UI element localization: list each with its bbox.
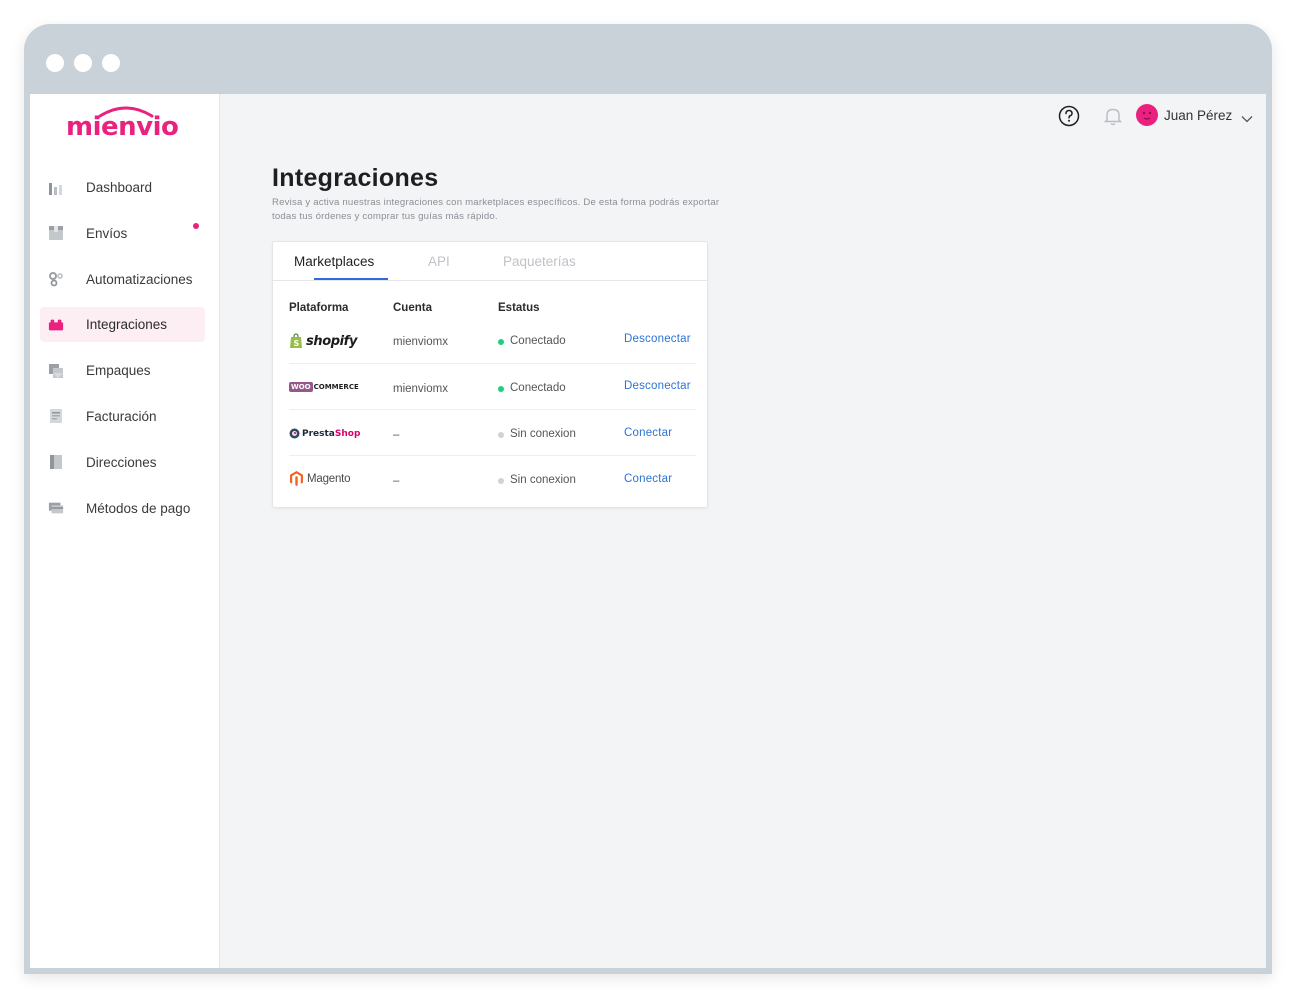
page-title: Integraciones (272, 164, 439, 192)
status-dot-connected (498, 386, 504, 392)
help-icon[interactable] (1058, 105, 1080, 132)
sidebar-item-dashboard[interactable]: Dashboard (40, 170, 205, 205)
shopify-wordmark: shopify (306, 333, 358, 349)
sidebar-item-metodos-de-pago[interactable]: Métodos de pago (40, 491, 205, 526)
account-value: mienviomx (393, 336, 448, 348)
shopify-logo: S shopify (289, 333, 357, 349)
tab-paqueterias[interactable]: Paqueterías (503, 254, 576, 269)
shopify-bag-icon: S (290, 333, 302, 348)
notification-dot (193, 222, 199, 229)
table-row: Magento – Sin conexion Conectar (289, 456, 696, 502)
column-header-cuenta: Cuenta (393, 302, 432, 314)
account-value: – (393, 475, 400, 487)
table-row: Presta Shop – Sin conexion Conectar (289, 410, 696, 456)
chevron-down-icon[interactable] (1241, 110, 1253, 128)
woocommerce-logo: WOO COMMERCE (289, 382, 359, 392)
sidebar: mienvio Dashboard Envíos Automatizacione… (30, 94, 220, 968)
invoice-icon (48, 408, 64, 424)
sidebar-item-label: Métodos de pago (86, 500, 191, 516)
disconnect-button[interactable]: Desconectar (624, 380, 691, 392)
sidebar-item-empaques[interactable]: Empaques (40, 353, 205, 388)
avatar[interactable] (1136, 104, 1158, 126)
top-bar: Juan Pérez (966, 94, 1266, 138)
sidebar-item-envios[interactable]: Envíos (40, 216, 205, 251)
brand-logo[interactable]: mienvio (66, 104, 179, 142)
browser-window: mienvio Dashboard Envíos Automatizacione… (24, 24, 1272, 974)
sidebar-item-automatizaciones[interactable]: Automatizaciones (40, 262, 205, 297)
gears-icon (48, 271, 64, 287)
status-text: Conectado (510, 335, 566, 347)
bell-icon[interactable] (1103, 106, 1123, 131)
prestashop-puffin-icon (289, 428, 300, 439)
tab-marketplaces[interactable]: Marketplaces (294, 254, 374, 269)
brand-name: mienvio (66, 112, 179, 142)
page-description: Revisa y activa nuestras integraciones c… (272, 197, 720, 222)
app-viewport: mienvio Dashboard Envíos Automatizacione… (30, 94, 1266, 968)
tab-bar: Marketplaces API Paqueterías (273, 242, 707, 281)
table-row: WOO COMMERCE mienviomx Conectado Descone… (289, 364, 696, 410)
sidebar-item-integraciones[interactable]: Integraciones (40, 307, 205, 343)
window-dot (102, 54, 120, 72)
column-header-plataforma: Plataforma (289, 302, 349, 314)
address-book-icon (48, 454, 64, 470)
status-text: Conectado (510, 382, 566, 394)
sidebar-item-label: Facturación (86, 408, 157, 424)
woo-badge: WOO (289, 382, 313, 392)
tab-api[interactable]: API (428, 254, 450, 269)
prestashop-logo: Presta Shop (289, 428, 360, 439)
sidebar-item-label: Integraciones (86, 317, 168, 333)
sidebar-nav: Dashboard Envíos Automatizaciones Integr… (40, 170, 205, 536)
status-dot-connected (498, 339, 504, 345)
connect-button[interactable]: Conectar (624, 473, 672, 485)
sidebar-item-label: Direcciones (86, 454, 157, 470)
package-icon (48, 363, 64, 379)
account-value: mienviomx (393, 383, 448, 395)
sidebar-item-direcciones[interactable]: Direcciones (40, 445, 205, 480)
sidebar-item-facturacion[interactable]: Facturación (40, 399, 205, 434)
credit-card-icon (48, 500, 64, 516)
window-dot (74, 54, 92, 72)
window-dot (46, 54, 64, 72)
shop-wordmark: Shop (334, 428, 361, 439)
account-value: – (393, 429, 400, 441)
sidebar-item-label: Dashboard (86, 180, 153, 195)
window-controls (46, 54, 120, 72)
status-text: Sin conexion (510, 474, 576, 486)
puzzle-icon (48, 317, 64, 333)
svg-text:S: S (294, 339, 300, 348)
commerce-wordmark: COMMERCE (313, 383, 359, 391)
disconnect-button[interactable]: Desconectar (624, 333, 691, 345)
magento-wordmark: Magento (307, 472, 351, 485)
status-dot-disconnected (498, 432, 504, 438)
table-row: S shopify mienviomx Conectado Desconecta… (289, 318, 696, 364)
connect-button[interactable]: Conectar (624, 427, 672, 439)
box-icon (48, 225, 64, 241)
user-name[interactable]: Juan Pérez (1164, 108, 1232, 123)
integrations-card: Marketplaces API Paqueterías Plataforma … (272, 241, 708, 508)
magento-logo: Magento (289, 470, 351, 487)
column-header-estatus: Estatus (498, 302, 540, 314)
active-tab-indicator (314, 278, 388, 280)
sidebar-item-label: Envíos (86, 225, 128, 241)
magento-icon (290, 471, 303, 486)
sidebar-item-label: Empaques (86, 363, 151, 379)
sidebar-item-label: Automatizaciones (86, 271, 193, 287)
presta-wordmark: Presta (302, 428, 335, 439)
status-text: Sin conexion (510, 428, 576, 440)
status-dot-disconnected (498, 478, 504, 484)
bar-chart-icon (48, 180, 64, 196)
